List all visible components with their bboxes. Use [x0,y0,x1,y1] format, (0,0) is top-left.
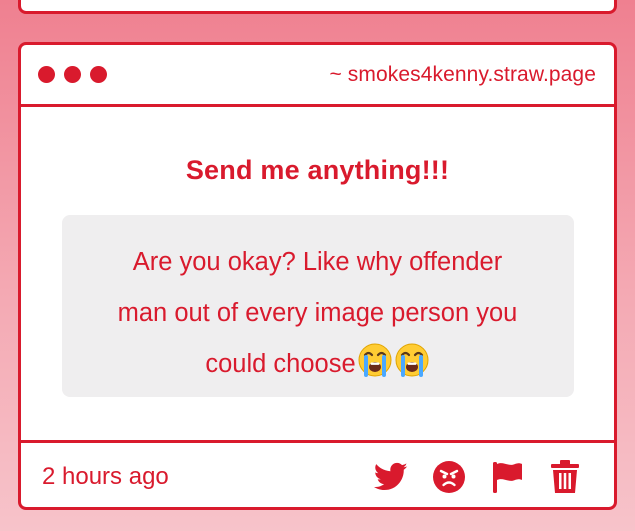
flag-icon[interactable] [489,459,525,495]
window-dot [64,66,81,83]
twitter-icon[interactable] [373,459,409,495]
page-title: Send me anything!!! [185,155,450,185]
message-line: Are you okay? Like why offender [132,248,503,276]
message-box: Are you okay? Like why offender man out … [61,215,574,397]
message-line-text: could choose [205,350,356,378]
page-url[interactable]: ~ smokes4kenny.straw.page [329,63,596,87]
trash-icon[interactable] [547,459,583,495]
loudly-crying-face-icon [357,342,393,396]
card-body: Send me anything!!! Are you okay? Like w… [21,107,614,440]
message-card: ~ smokes4kenny.straw.page Send me anythi… [18,42,617,510]
loudly-crying-face-icon [394,342,430,396]
timestamp: 2 hours ago [42,462,169,490]
window-dot [90,66,107,83]
message-line: man out of every image person you [117,299,518,327]
card-header: ~ smokes4kenny.straw.page [21,45,614,107]
card-footer: 2 hours ago [21,440,614,507]
window-dots [38,66,107,83]
window-dot [38,66,55,83]
message-line-last: could choose [80,339,556,396]
previous-card-edge [18,0,617,14]
angry-face-icon[interactable] [431,459,467,495]
action-bar [373,459,583,495]
